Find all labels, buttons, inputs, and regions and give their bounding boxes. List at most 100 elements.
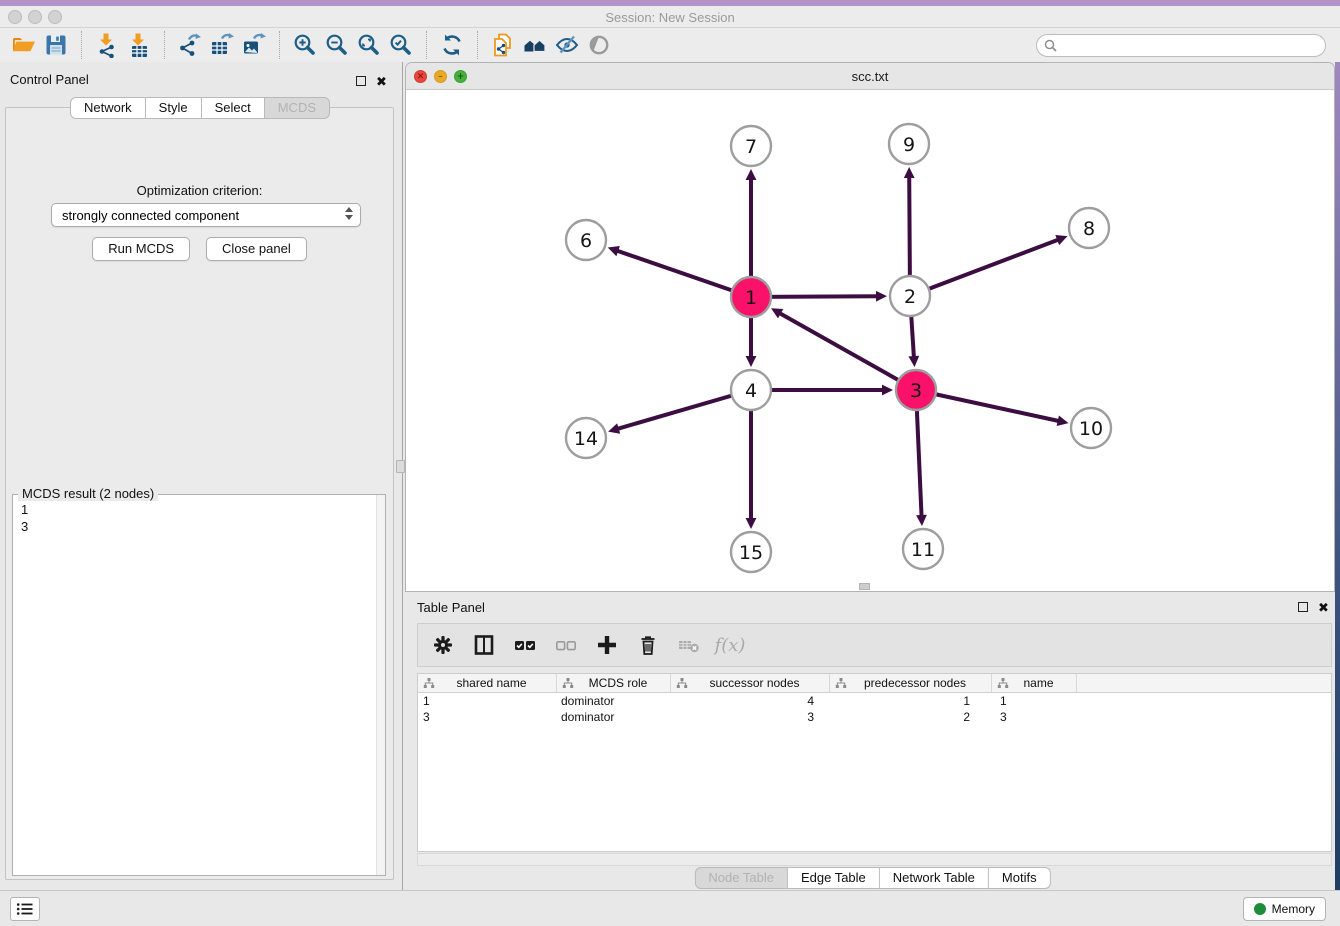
network-canvas[interactable]: 7 9 6 8 1 2 4 3 14 10 15 11 (406, 90, 1334, 591)
column-header-successor-nodes[interactable]: successor nodes (671, 674, 830, 692)
control-panel-close-icon[interactable]: ✖ (376, 73, 388, 85)
birds-eye-view-icon[interactable] (519, 30, 551, 60)
control-panel-float-icon[interactable] (356, 73, 368, 85)
tab-mcds[interactable]: MCDS (265, 97, 330, 119)
hide-graphics-detail-icon[interactable] (551, 30, 583, 60)
panel-splitter[interactable] (402, 62, 403, 890)
network-window-title: scc.txt (406, 69, 1334, 84)
import-network-icon[interactable] (91, 30, 123, 60)
export-image-icon[interactable] (238, 30, 270, 60)
graph-node-7[interactable]: 7 (731, 126, 771, 166)
save-session-icon[interactable] (40, 30, 72, 60)
canvas-scroll-thumb[interactable] (859, 583, 870, 590)
table-body: 1dominator4113dominator323 (418, 693, 1331, 725)
table-cell[interactable]: 1 (418, 694, 557, 708)
export-table-icon[interactable] (206, 30, 238, 60)
open-session-icon[interactable] (8, 30, 40, 60)
settings-gear-icon[interactable] (430, 632, 456, 658)
search-field[interactable] (1036, 34, 1326, 57)
table-cell[interactable]: 3 (671, 710, 830, 724)
table-cell[interactable]: 2 (830, 710, 992, 724)
memory-button[interactable]: Memory (1243, 897, 1326, 921)
zoom-out-icon[interactable] (321, 30, 353, 60)
graph-edge-3-10[interactable] (916, 390, 1059, 421)
table-toolbar: f(x) (417, 623, 1332, 667)
network-graph[interactable]: 7 9 6 8 1 2 4 3 14 10 15 11 (406, 90, 1334, 591)
deselect-all-icon[interactable] (553, 632, 579, 658)
graph-node-11[interactable]: 11 (903, 529, 943, 569)
graph-node-9[interactable]: 9 (889, 124, 929, 164)
tab-network-table[interactable]: Network Table (880, 867, 989, 889)
table-panel-close-icon[interactable]: ✖ (1318, 599, 1330, 611)
splitter-handle[interactable] (396, 460, 405, 473)
graph-node-4[interactable]: 4 (731, 370, 771, 410)
graph-arrowhead (746, 169, 757, 180)
graph-arrowhead (916, 515, 927, 526)
mcds-result-box[interactable]: MCDS result (2 nodes) 13 (12, 494, 386, 876)
optimization-criterion-dropdown[interactable]: strongly connected component (51, 203, 361, 227)
mcds-result-title: MCDS result (2 nodes) (18, 486, 158, 501)
zoom-in-icon[interactable] (289, 30, 321, 60)
table-panel-float-icon[interactable] (1298, 599, 1310, 611)
toggle-view-icon (583, 30, 615, 60)
table-cell[interactable]: 3 (418, 710, 557, 724)
close-panel-button[interactable]: Close panel (206, 237, 307, 261)
tab-node-table[interactable]: Node Table (694, 867, 788, 889)
svg-text:9: 9 (903, 134, 915, 156)
table-cell[interactable]: 3 (992, 710, 1077, 724)
tab-edge-table[interactable]: Edge Table (788, 867, 880, 889)
zoom-fit-icon[interactable] (353, 30, 385, 60)
add-column-icon[interactable] (594, 632, 620, 658)
mcds-result-line: 3 (21, 518, 28, 535)
graph-edge-3-1[interactable] (780, 313, 916, 390)
mcds-result-scrollbar[interactable] (376, 495, 385, 875)
graph-node-15[interactable]: 15 (731, 532, 771, 572)
table-cell[interactable]: 4 (671, 694, 830, 708)
main-toolbar (0, 28, 1340, 62)
table-row[interactable]: 1dominator411 (418, 693, 1331, 709)
graph-arrowhead (882, 385, 893, 396)
graph-node-1[interactable]: 1 (731, 277, 771, 317)
graph-node-6[interactable]: 6 (566, 220, 606, 260)
tab-select[interactable]: Select (202, 97, 265, 119)
zoom-selected-icon[interactable] (385, 30, 417, 60)
task-history-button[interactable] (10, 897, 40, 921)
search-input[interactable] (1063, 36, 1318, 55)
table-hscrollbar[interactable] (417, 853, 1332, 866)
toolbar-separator (477, 31, 478, 59)
apply-layout-icon[interactable] (436, 30, 468, 60)
svg-text:8: 8 (1083, 218, 1095, 240)
column-header-name[interactable]: name (992, 674, 1077, 692)
graph-node-3[interactable]: 3 (896, 370, 936, 410)
import-table-icon[interactable] (123, 30, 155, 60)
tab-motifs[interactable]: Motifs (989, 867, 1051, 889)
node-table[interactable]: shared nameMCDS rolesuccessor nodesprede… (417, 673, 1332, 852)
table-row[interactable]: 3dominator323 (418, 709, 1331, 725)
graph-edge-1-6[interactable] (617, 251, 751, 297)
window-title: Session: New Session (0, 10, 1340, 25)
table-tabs: Node TableEdge TableNetwork TableMotifs (694, 867, 1050, 889)
graph-arrowhead (746, 356, 757, 367)
split-view-icon[interactable] (471, 632, 497, 658)
tab-network[interactable]: Network (70, 97, 146, 119)
table-cell[interactable]: 1 (830, 694, 992, 708)
column-header-shared-name[interactable]: shared name (418, 674, 557, 692)
graph-node-8[interactable]: 8 (1069, 208, 1109, 248)
export-network-icon[interactable] (174, 30, 206, 60)
table-cell[interactable]: dominator (557, 710, 671, 724)
table-cell[interactable]: dominator (557, 694, 671, 708)
list-icon (16, 902, 34, 916)
graph-edge-2-8[interactable] (910, 240, 1058, 296)
select-all-icon[interactable] (512, 632, 538, 658)
svg-text:15: 15 (739, 542, 763, 564)
tab-style[interactable]: Style (146, 97, 202, 119)
column-header-mcds-role[interactable]: MCDS role (557, 674, 671, 692)
column-header-predecessor-nodes[interactable]: predecessor nodes (830, 674, 992, 692)
graph-node-2[interactable]: 2 (890, 276, 930, 316)
delete-column-icon[interactable] (635, 632, 661, 658)
duplicate-network-icon[interactable] (487, 30, 519, 60)
graph-node-10[interactable]: 10 (1071, 408, 1111, 448)
table-cell[interactable]: 1 (992, 694, 1077, 708)
run-mcds-button[interactable]: Run MCDS (92, 237, 190, 261)
graph-node-14[interactable]: 14 (566, 418, 606, 458)
